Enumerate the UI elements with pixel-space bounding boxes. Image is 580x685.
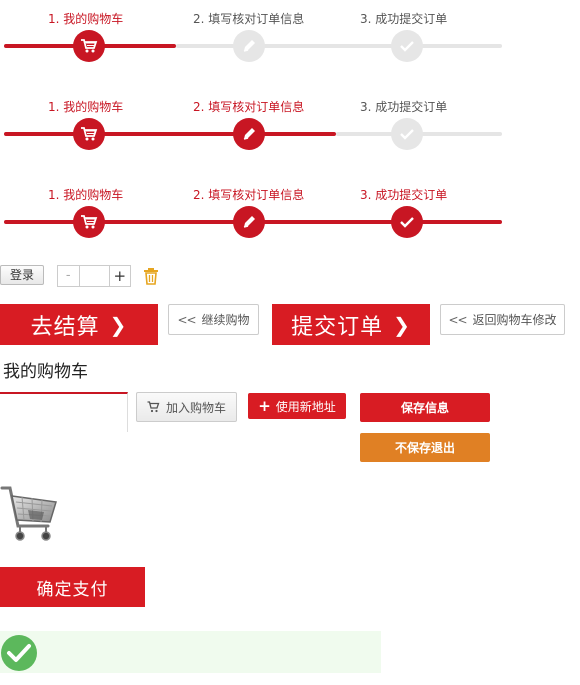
back-to-cart-button[interactable]: << 返回购物车修改	[440, 304, 565, 335]
step-label-fill-order: 2. 填写核对订单信息	[193, 12, 305, 26]
trash-icon[interactable]	[143, 267, 159, 285]
double-chevron-left-icon: <<	[448, 312, 467, 327]
continue-shopping-label: 继续购物	[201, 313, 250, 327]
address-input-box[interactable]	[0, 392, 128, 432]
cart-icon	[81, 215, 98, 229]
step-label-success: 3. 成功提交订单	[360, 100, 448, 114]
submit-order-button[interactable]: 提交订单 ❯	[272, 304, 430, 345]
check-icon	[400, 217, 414, 228]
success-check-icon	[1, 635, 37, 671]
use-new-address-label: 使用新地址	[275, 399, 336, 414]
use-new-address-button[interactable]: + 使用新地址	[248, 393, 346, 419]
go-checkout-label: 去结算	[30, 314, 100, 340]
quantity-minus-button[interactable]: -	[58, 266, 80, 286]
shopping-cart-icon	[0, 486, 57, 541]
progress-bar-empty	[176, 44, 502, 48]
progress-steps-row-1: 1. 我的购物车 2. 填写核对订单信息 3. 成功提交订单	[0, 10, 510, 70]
step-label-cart: 1. 我的购物车	[48, 188, 124, 202]
save-info-button[interactable]: 保存信息	[360, 393, 490, 422]
cart-icon	[81, 127, 98, 141]
step-circle-success	[391, 30, 423, 62]
step-circle-fill-order	[233, 206, 265, 238]
cart-icon	[81, 39, 98, 53]
progress-bar-filled	[4, 132, 336, 136]
check-icon	[400, 41, 414, 52]
step-circle-cart	[73, 30, 105, 62]
step-circle-success	[391, 118, 423, 150]
step-label-success: 3. 成功提交订单	[360, 188, 448, 202]
step-label-fill-order: 2. 填写核对订单信息	[193, 100, 305, 114]
check-icon	[400, 129, 414, 140]
page-title: 我的购物车	[3, 362, 88, 382]
chevron-right-icon: ❯	[109, 312, 128, 337]
quantity-input[interactable]	[79, 266, 110, 286]
progress-steps-row-2: 1. 我的购物车 2. 填写核对订单信息 3. 成功提交订单	[0, 98, 510, 158]
no-save-exit-button[interactable]: 不保存退出	[360, 433, 490, 462]
confirm-pay-button[interactable]: 确定支付	[0, 567, 145, 607]
step-label-cart: 1. 我的购物车	[48, 12, 124, 26]
step-circle-fill-order	[233, 118, 265, 150]
success-message-bar	[0, 631, 381, 673]
submit-order-label: 提交订单	[291, 314, 384, 340]
pencil-icon	[243, 216, 255, 228]
continue-shopping-button[interactable]: << 继续购物	[168, 304, 259, 335]
progress-steps-row-3: 1. 我的购物车 2. 填写核对订单信息 3. 成功提交订单	[0, 186, 510, 246]
pencil-icon	[243, 40, 255, 52]
step-circle-success	[391, 206, 423, 238]
add-to-cart-label: 加入购物车	[165, 400, 226, 415]
go-checkout-button[interactable]: 去结算 ❯	[0, 304, 158, 345]
login-button[interactable]: 登录	[0, 265, 44, 285]
chevron-right-icon: ❯	[393, 312, 411, 337]
double-chevron-left-icon: <<	[177, 312, 196, 327]
cart-icon	[147, 401, 160, 413]
step-circle-fill-order	[233, 30, 265, 62]
back-to-cart-label: 返回购物车修改	[472, 313, 557, 327]
step-label-cart: 1. 我的购物车	[48, 100, 124, 114]
pencil-icon	[243, 128, 255, 140]
step-label-success: 3. 成功提交订单	[360, 12, 448, 26]
quantity-plus-button[interactable]: +	[110, 266, 131, 286]
plus-icon: +	[258, 397, 271, 415]
step-circle-cart	[73, 118, 105, 150]
add-to-cart-button[interactable]: 加入购物车	[136, 392, 237, 422]
quantity-stepper: - +	[57, 265, 131, 287]
step-circle-cart	[73, 206, 105, 238]
step-label-fill-order: 2. 填写核对订单信息	[193, 188, 305, 202]
